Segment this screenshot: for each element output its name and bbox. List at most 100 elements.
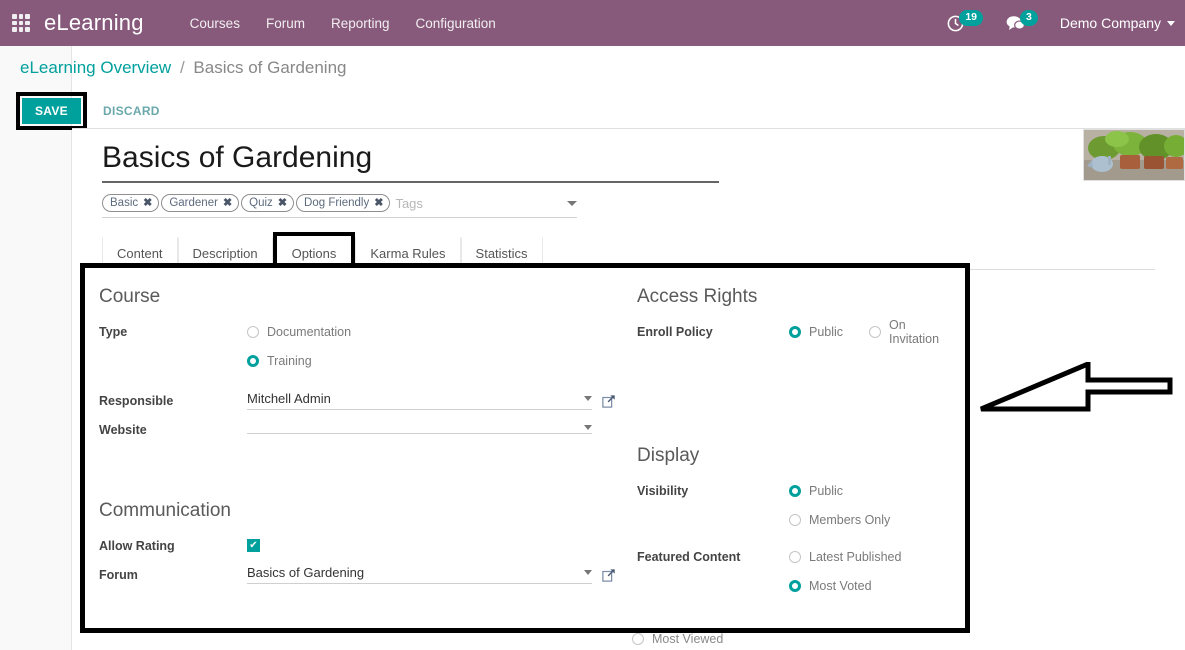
apps-grid-icon[interactable] bbox=[12, 14, 30, 32]
activities-menu[interactable]: 19 bbox=[946, 14, 983, 33]
tags-placeholder: Tags bbox=[395, 196, 422, 211]
discard-button[interactable]: DISCARD bbox=[103, 104, 160, 118]
chevron-down-icon[interactable] bbox=[584, 425, 592, 430]
radio-selected-icon[interactable] bbox=[247, 355, 259, 367]
left-arrow-annotation bbox=[978, 362, 1176, 417]
tag-chip[interactable]: Gardener ✖ bbox=[161, 194, 239, 212]
save-button[interactable]: SAVE bbox=[22, 98, 81, 124]
chevron-down-icon[interactable] bbox=[567, 201, 577, 206]
allow-rating-checkbox[interactable]: ✔ bbox=[247, 539, 260, 552]
breadcrumb-separator: / bbox=[180, 58, 185, 77]
enroll-option-public[interactable]: Public bbox=[789, 325, 843, 339]
featured-option-latest-published[interactable]: Latest Published bbox=[789, 550, 901, 564]
app-brand-elearning[interactable]: eLearning bbox=[44, 10, 144, 36]
radio-label: Most Voted bbox=[809, 579, 872, 593]
title-area: Basics of Gardening Basic ✖ Gardener ✖ Q… bbox=[102, 141, 702, 218]
main-menu: Courses Forum Reporting Configuration bbox=[190, 16, 496, 31]
chevron-down-icon[interactable] bbox=[584, 396, 592, 401]
responsible-value: Mitchell Admin bbox=[247, 391, 331, 406]
user-company-menu[interactable]: Demo Company bbox=[1060, 15, 1175, 31]
field-label-responsible: Responsible bbox=[99, 394, 247, 408]
forum-open-record-button[interactable] bbox=[602, 568, 616, 582]
tag-label: Quiz bbox=[249, 197, 273, 209]
type-radio-group: Documentation bbox=[247, 325, 609, 339]
field-row-type-training: Training bbox=[99, 346, 609, 375]
group-title-course: Course bbox=[99, 286, 609, 308]
remove-tag-icon[interactable]: ✖ bbox=[374, 196, 383, 209]
menu-item-courses[interactable]: Courses bbox=[190, 16, 240, 31]
message-count-badge: 3 bbox=[1020, 10, 1038, 26]
field-label-enroll-policy: Enroll Policy bbox=[637, 325, 789, 339]
group-title-communication: Communication bbox=[99, 500, 609, 522]
radio-unselected-icon[interactable] bbox=[869, 326, 881, 338]
radio-unselected-icon[interactable] bbox=[247, 326, 259, 338]
field-row-enroll-policy: Enroll Policy Public On Invitation bbox=[637, 317, 957, 346]
field-row-website: Website bbox=[99, 415, 609, 444]
responsible-open-record-button[interactable] bbox=[602, 394, 616, 408]
forum-value: Basics of Gardening bbox=[247, 565, 364, 580]
menu-item-configuration[interactable]: Configuration bbox=[416, 16, 496, 31]
radio-label: Members Only bbox=[809, 513, 890, 527]
company-name: Demo Company bbox=[1060, 15, 1161, 31]
field-row-type: Type Documentation bbox=[99, 317, 609, 346]
group-title-access-rights: Access Rights bbox=[637, 286, 957, 308]
enroll-option-on-invitation[interactable]: On Invitation bbox=[869, 318, 939, 346]
visibility-option-public[interactable]: Public bbox=[789, 484, 843, 498]
radio-unselected-icon[interactable] bbox=[789, 551, 801, 563]
breadcrumb-current: Basics of Gardening bbox=[193, 58, 346, 77]
group-title-display: Display bbox=[637, 445, 957, 467]
radio-selected-icon[interactable] bbox=[789, 326, 801, 338]
remove-tag-icon[interactable]: ✖ bbox=[223, 196, 232, 209]
menu-item-reporting[interactable]: Reporting bbox=[331, 16, 390, 31]
field-label-website: Website bbox=[99, 423, 247, 437]
chevron-down-icon bbox=[1167, 21, 1175, 26]
forum-input[interactable]: Basics of Gardening bbox=[247, 565, 592, 584]
website-input[interactable] bbox=[247, 425, 592, 434]
spacer bbox=[637, 534, 957, 542]
app-screen: eLearning Courses Forum Reporting Config… bbox=[0, 0, 1185, 650]
form-sheet: Basics of Gardening Basic ✖ Gardener ✖ Q… bbox=[72, 129, 1185, 270]
field-label-featured-content: Featured Content bbox=[637, 550, 789, 564]
left-margin-strip bbox=[0, 46, 72, 650]
page-title[interactable]: Basics of Gardening bbox=[102, 141, 702, 181]
remove-tag-icon[interactable]: ✖ bbox=[278, 196, 287, 209]
type-option-training[interactable]: Training bbox=[247, 354, 312, 368]
tag-chip[interactable]: Dog Friendly ✖ bbox=[296, 194, 390, 212]
chevron-down-icon[interactable] bbox=[584, 570, 592, 575]
radio-label: Public bbox=[809, 484, 843, 498]
field-row-allow-rating: Allow Rating ✔ bbox=[99, 531, 609, 560]
radio-selected-icon[interactable] bbox=[789, 580, 801, 592]
breadcrumb-root-link[interactable]: eLearning Overview bbox=[20, 58, 171, 77]
options-panel-highlight-annotation: Course Type Documentation bbox=[80, 263, 970, 633]
tag-chip[interactable]: Basic ✖ bbox=[102, 194, 159, 212]
field-row-featured-content: Featured Content Latest Published bbox=[637, 542, 957, 571]
tag-chip[interactable]: Quiz ✖ bbox=[241, 194, 294, 212]
external-link-icon bbox=[602, 394, 616, 408]
radio-label: Training bbox=[267, 354, 312, 368]
garden-plants-photo bbox=[1084, 130, 1184, 180]
messages-menu[interactable]: 3 bbox=[1005, 14, 1038, 33]
type-option-documentation[interactable]: Documentation bbox=[247, 325, 351, 339]
field-row-responsible: Responsible Mitchell Admin bbox=[99, 386, 609, 415]
radio-label: Documentation bbox=[267, 325, 351, 339]
field-row-forum: Forum Basics of Gardening bbox=[99, 560, 609, 589]
featured-option-most-viewed[interactable]: Most Viewed bbox=[632, 632, 723, 646]
tags-field[interactable]: Basic ✖ Gardener ✖ Quiz ✖ Dog Friendly ✖ bbox=[102, 190, 577, 218]
course-cover-image[interactable] bbox=[1083, 129, 1185, 181]
responsible-input[interactable]: Mitchell Admin bbox=[247, 391, 592, 410]
arrow-left-icon bbox=[978, 362, 1176, 412]
radio-selected-icon[interactable] bbox=[789, 485, 801, 497]
spacer bbox=[99, 375, 609, 386]
featured-option-most-voted[interactable]: Most Voted bbox=[789, 579, 872, 593]
visibility-option-members-only[interactable]: Members Only bbox=[789, 513, 890, 527]
menu-item-forum[interactable]: Forum bbox=[266, 16, 305, 31]
tag-label: Dog Friendly bbox=[304, 197, 369, 209]
radio-unselected-icon[interactable] bbox=[632, 633, 644, 645]
spacer bbox=[99, 444, 609, 500]
tag-label: Gardener bbox=[169, 197, 218, 209]
radio-label: Public bbox=[809, 325, 843, 339]
spacer bbox=[637, 402, 957, 445]
title-underline bbox=[102, 181, 719, 183]
radio-unselected-icon[interactable] bbox=[789, 514, 801, 526]
remove-tag-icon[interactable]: ✖ bbox=[143, 196, 152, 209]
